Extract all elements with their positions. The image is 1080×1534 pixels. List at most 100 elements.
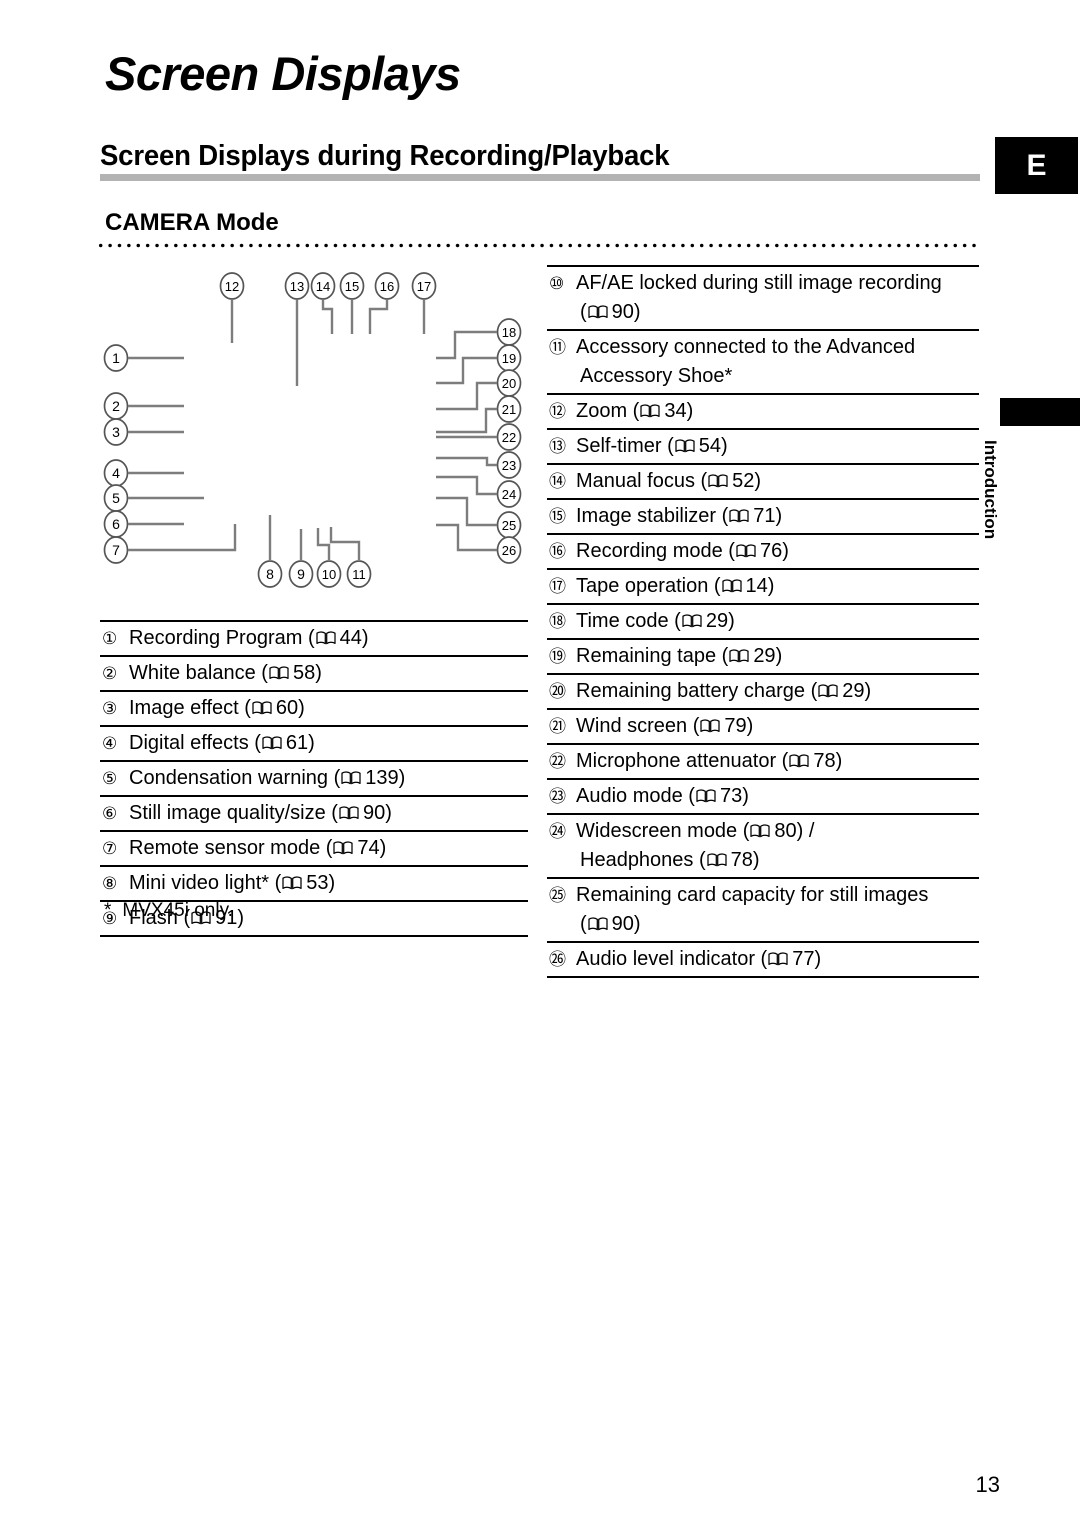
legend-line: ⑰ Tape operation (14) — [549, 572, 979, 601]
legend-text-tail: ) — [835, 750, 843, 772]
book-reference-icon — [640, 404, 660, 418]
legend-text-tail: ) — [746, 715, 754, 737]
callout-number: ⑰ — [549, 577, 566, 596]
legend-text-tail: ) — [686, 400, 694, 422]
svg-text:1: 1 — [112, 350, 120, 366]
callout-number: ㉒ — [549, 752, 566, 771]
legend-text-tail: ) — [742, 785, 749, 807]
legend-row: ⑲ Remaining tape (29) — [547, 640, 979, 675]
callout-number: ② — [102, 664, 118, 683]
legend-text-tail: ) — [754, 470, 762, 492]
svg-text:10: 10 — [322, 567, 336, 582]
legend-row: ⑬ Self-timer (54) — [547, 430, 979, 465]
legend-text: Microphone attenuator ( — [576, 750, 789, 772]
callout-number: ㉔ — [549, 822, 566, 841]
reference-page-number: 80 — [774, 820, 797, 842]
legend-text: White balance ( — [129, 662, 268, 684]
callout-1: 1 — [103, 344, 184, 372]
legend-line: ② White balance (58) — [102, 659, 528, 688]
reference-page-number: 58 — [292, 662, 316, 684]
callout-23: 23 — [436, 451, 522, 479]
book-reference-icon — [708, 474, 728, 488]
legend-line: ㉕ Remaining card capacity for still image… — [549, 881, 979, 910]
legend-text: Accessory connected to the Advanced — [576, 336, 916, 358]
reference-page-number: 71 — [753, 505, 776, 527]
legend-line: ⑧ Mini video light* (53) — [102, 869, 528, 898]
callout-legend-right: ⑩ AF/AE locked during still image recordi… — [547, 265, 979, 978]
legend-text-tail: ) — [721, 435, 728, 457]
callout-12: 12 — [219, 272, 245, 343]
legend-row: ㉕ Remaining card capacity for still image… — [547, 879, 979, 943]
legend-row: ⑫ Zoom (34) — [547, 395, 979, 430]
book-reference-icon — [339, 806, 359, 820]
callout-9: 9 — [288, 529, 314, 588]
legend-row: ㉑ Wind screen (79) — [547, 710, 979, 745]
legend-text: ( — [580, 301, 587, 323]
callout-number: ⑪ — [549, 338, 566, 357]
book-reference-icon — [789, 754, 809, 768]
legend-text-tail: ) — [385, 802, 392, 824]
legend-line: ⑱ Time code (29) — [549, 607, 979, 636]
book-reference-icon — [682, 614, 702, 628]
book-reference-icon — [700, 719, 720, 733]
callout-number: ⑱ — [549, 612, 566, 631]
book-reference-icon — [316, 631, 336, 645]
legend-text: Remaining tape ( — [576, 645, 729, 667]
legend-text-tail: ) — [633, 301, 641, 323]
legend-text-tail: ) — [767, 575, 775, 597]
language-badge: E — [995, 137, 1078, 194]
svg-text:15: 15 — [345, 279, 359, 294]
book-reference-icon — [341, 771, 361, 785]
legend-text: Digital effects ( — [129, 732, 261, 754]
legend-row: ⑭ Manual focus (52) — [547, 465, 979, 500]
book-reference-icon — [696, 789, 716, 803]
callout-3: 3 — [103, 418, 184, 446]
book-reference-icon — [282, 876, 302, 890]
callout-number: ⑧ — [102, 874, 118, 893]
callout-number: ⑯ — [549, 542, 566, 561]
legend-line: ㉔ Widescreen mode (80) / — [549, 817, 979, 846]
legend-text: ( — [580, 913, 587, 935]
callout-number: ⑮ — [549, 507, 566, 526]
callout-8: 8 — [257, 515, 283, 588]
callout-4: 4 — [103, 459, 184, 487]
legend-row: ⑥ Still image quality/size (90) — [100, 797, 528, 832]
legend-line: ⑪ Accessory connected to the Advanced — [549, 333, 979, 362]
book-reference-icon — [707, 853, 727, 867]
svg-text:20: 20 — [502, 376, 516, 391]
legend-text: Wind screen ( — [576, 715, 700, 737]
legend-text-tail: ) — [237, 907, 245, 929]
legend-line: ㉒ Microphone attenuator (78) — [549, 747, 979, 776]
reference-page-number: 90 — [362, 802, 386, 824]
legend-text-tail: ) — [752, 849, 760, 871]
reference-page-number: 60 — [275, 697, 299, 719]
svg-text:9: 9 — [297, 566, 305, 582]
legend-text-tail: ) — [361, 627, 369, 649]
book-reference-icon — [768, 952, 788, 966]
callout-number: ㉕ — [549, 886, 566, 905]
callout-6: 6 — [103, 510, 184, 538]
legend-row: ⑤ Condensation warning (139) — [100, 762, 528, 797]
svg-text:13: 13 — [290, 279, 304, 294]
legend-line: ㉓ Audio mode (73) — [549, 782, 979, 811]
legend-row: ㉓ Audio mode (73) — [547, 780, 979, 815]
side-tab-label: Introduction — [981, 440, 1000, 540]
callout-number: ⑬ — [549, 437, 566, 456]
reference-page-number: 79 — [724, 715, 747, 737]
legend-text-tail: ) — [775, 645, 783, 667]
reference-page-number: 61 — [285, 732, 309, 754]
callout-17: 17 — [411, 272, 437, 334]
callout-14: 14 — [310, 272, 336, 334]
legend-text-tail: ) — [633, 913, 641, 935]
book-reference-icon — [736, 544, 756, 558]
book-reference-icon — [262, 736, 282, 750]
book-reference-icon — [333, 841, 354, 855]
callout-15: 15 — [339, 272, 365, 334]
book-reference-icon — [729, 649, 749, 663]
legend-line: ⑳ Remaining battery charge (29) — [549, 677, 979, 706]
book-reference-icon — [675, 439, 695, 453]
callout-number: ⑥ — [102, 804, 118, 823]
legend-line: Headphones (78) — [549, 846, 979, 875]
reference-page-number: 77 — [792, 948, 815, 970]
legend-text-tail: ) / — [796, 820, 815, 842]
